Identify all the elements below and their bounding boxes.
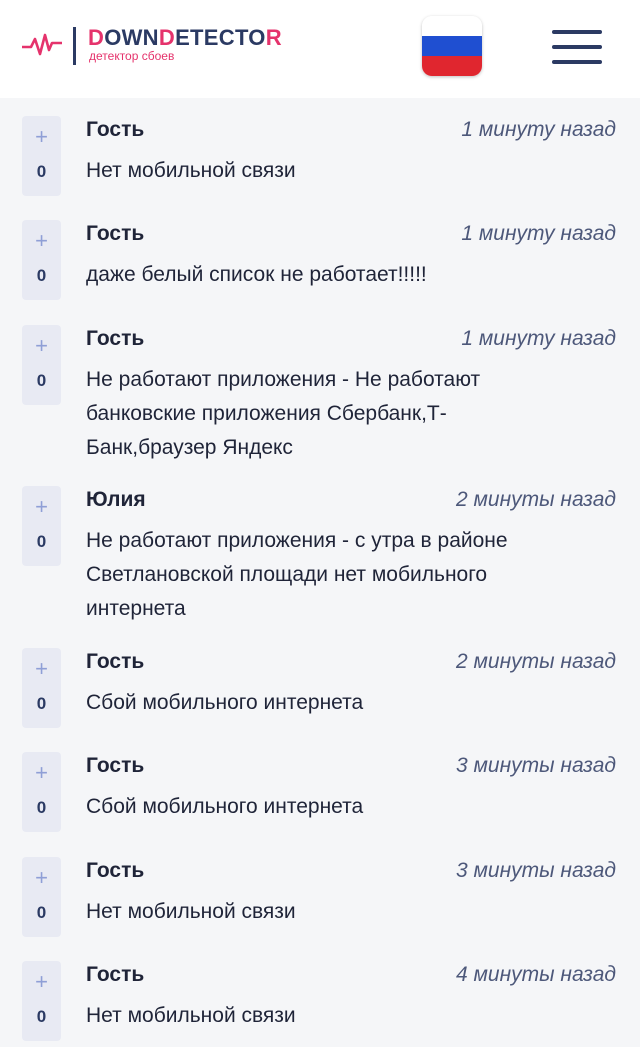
russia-flag-icon[interactable] [422,16,482,76]
vote-box: + 0 [22,961,61,1041]
comment-text: Нет мобильной связи [86,1004,296,1027]
vote-box: + 0 [22,752,61,832]
logo-divider [73,27,76,65]
logo-subtitle: детектор сбоев [89,49,175,63]
comment-author: Гость [86,650,145,673]
comment-text: Не работают приложения - с утра в районе… [86,529,508,620]
comment-time: 2 минуты назад [455,488,616,511]
pulse-logo-icon [22,33,62,56]
upvote-plus-icon[interactable]: + [22,494,61,520]
comment-time: 1 минуту назад [461,327,616,350]
comment-time: 3 минуты назад [455,859,616,882]
comment-author: Гость [86,963,145,986]
comment-time: 1 минуту назад [461,222,616,245]
comment-text: даже белый список не работает!!!!! [86,263,427,286]
logo-wordmark[interactable]: DOWNDETECTOR [88,25,282,51]
upvote-plus-icon[interactable]: + [22,969,61,995]
comment-text: Нет мобильной связи [86,159,296,182]
logo-letter-r: R [265,25,282,50]
comment-time: 1 минуту назад [461,118,616,141]
hamburger-menu-icon[interactable] [552,28,604,66]
logo-letter-d2: D [158,25,176,50]
upvote-plus-icon[interactable]: + [22,865,61,891]
vote-box: + 0 [22,648,61,728]
vote-count: 0 [36,266,47,285]
comment-author: Гость [86,754,145,777]
vote-count: 0 [36,162,47,181]
logo-letter-d: D [88,25,105,50]
comment-author: Гость [86,222,145,245]
site-header: DOWNDETECTOR детектор сбоев [0,0,640,98]
comment-author: Гость [86,118,145,141]
comment-time: 4 минуты назад [455,963,616,986]
comment-text: Сбой мобильного интернета [86,691,364,714]
vote-count: 0 [36,1007,47,1026]
logo-text-own: OWN [104,25,159,50]
logo-text-etecto: ETECTO [175,25,266,50]
comment-text: Не работают приложения - Не работают бан… [86,368,481,459]
vote-box: + 0 [22,325,61,405]
comment-author: Гость [86,327,145,350]
vote-count: 0 [36,903,47,922]
upvote-plus-icon[interactable]: + [22,124,61,150]
comment-time: 2 минуты назад [455,650,616,673]
upvote-plus-icon[interactable]: + [22,656,61,682]
comment-text: Сбой мобильного интернета [86,795,364,818]
upvote-plus-icon[interactable]: + [22,333,61,359]
vote-count: 0 [36,798,47,817]
vote-box: + 0 [22,116,61,196]
vote-count: 0 [36,371,47,390]
comment-author: Юлия [86,488,146,511]
vote-box: + 0 [22,486,61,566]
upvote-plus-icon[interactable]: + [22,760,61,786]
comment-text: Нет мобильной связи [86,900,296,923]
comment-time: 3 минуты назад [455,754,616,777]
upvote-plus-icon[interactable]: + [22,228,61,254]
vote-count: 0 [36,532,47,551]
vote-count: 0 [36,694,47,713]
vote-box: + 0 [22,220,61,300]
comment-author: Гость [86,859,145,882]
vote-box: + 0 [22,857,61,937]
